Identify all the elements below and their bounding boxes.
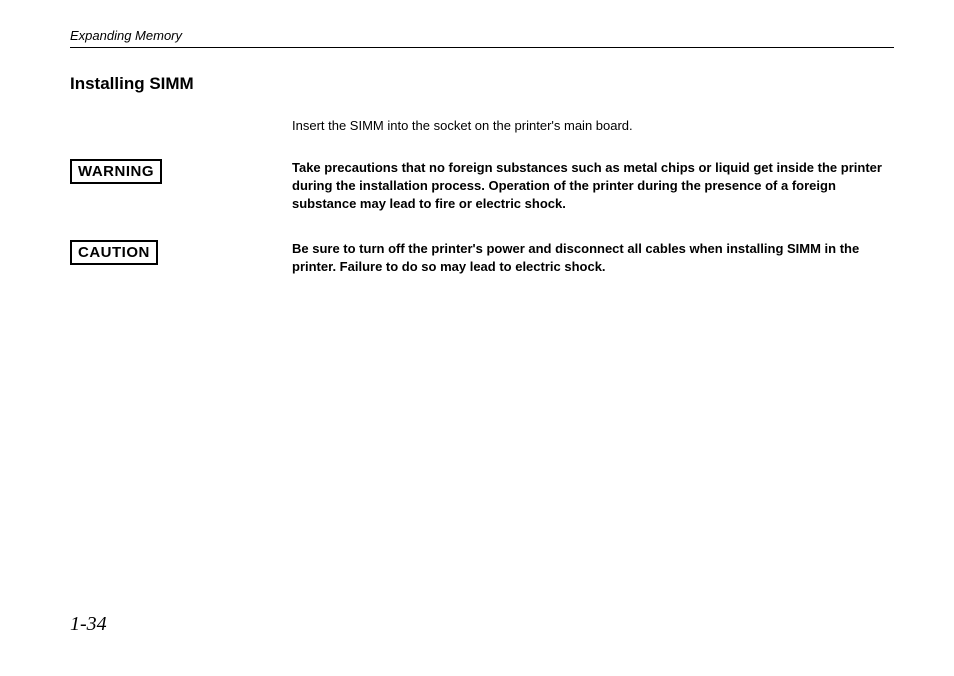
caution-label-wrap: CAUTION [70,240,292,265]
section-title: Installing SIMM [70,74,894,94]
warning-label-wrap: WARNING [70,159,292,184]
warning-text: Take precautions that no foreign substan… [292,159,894,214]
warning-label: WARNING [70,159,162,184]
intro-paragraph: Insert the SIMM into the socket on the p… [292,118,894,133]
document-page: Expanding Memory Installing SIMM Insert … [0,0,954,276]
warning-row: WARNING Take precautions that no foreign… [70,159,894,214]
caution-row: CAUTION Be sure to turn off the printer'… [70,240,894,276]
page-number: 1-34 [70,613,107,636]
page-header: Expanding Memory [70,28,894,48]
header-section-name: Expanding Memory [70,28,894,43]
caution-label: CAUTION [70,240,158,265]
caution-text: Be sure to turn off the printer's power … [292,240,894,276]
